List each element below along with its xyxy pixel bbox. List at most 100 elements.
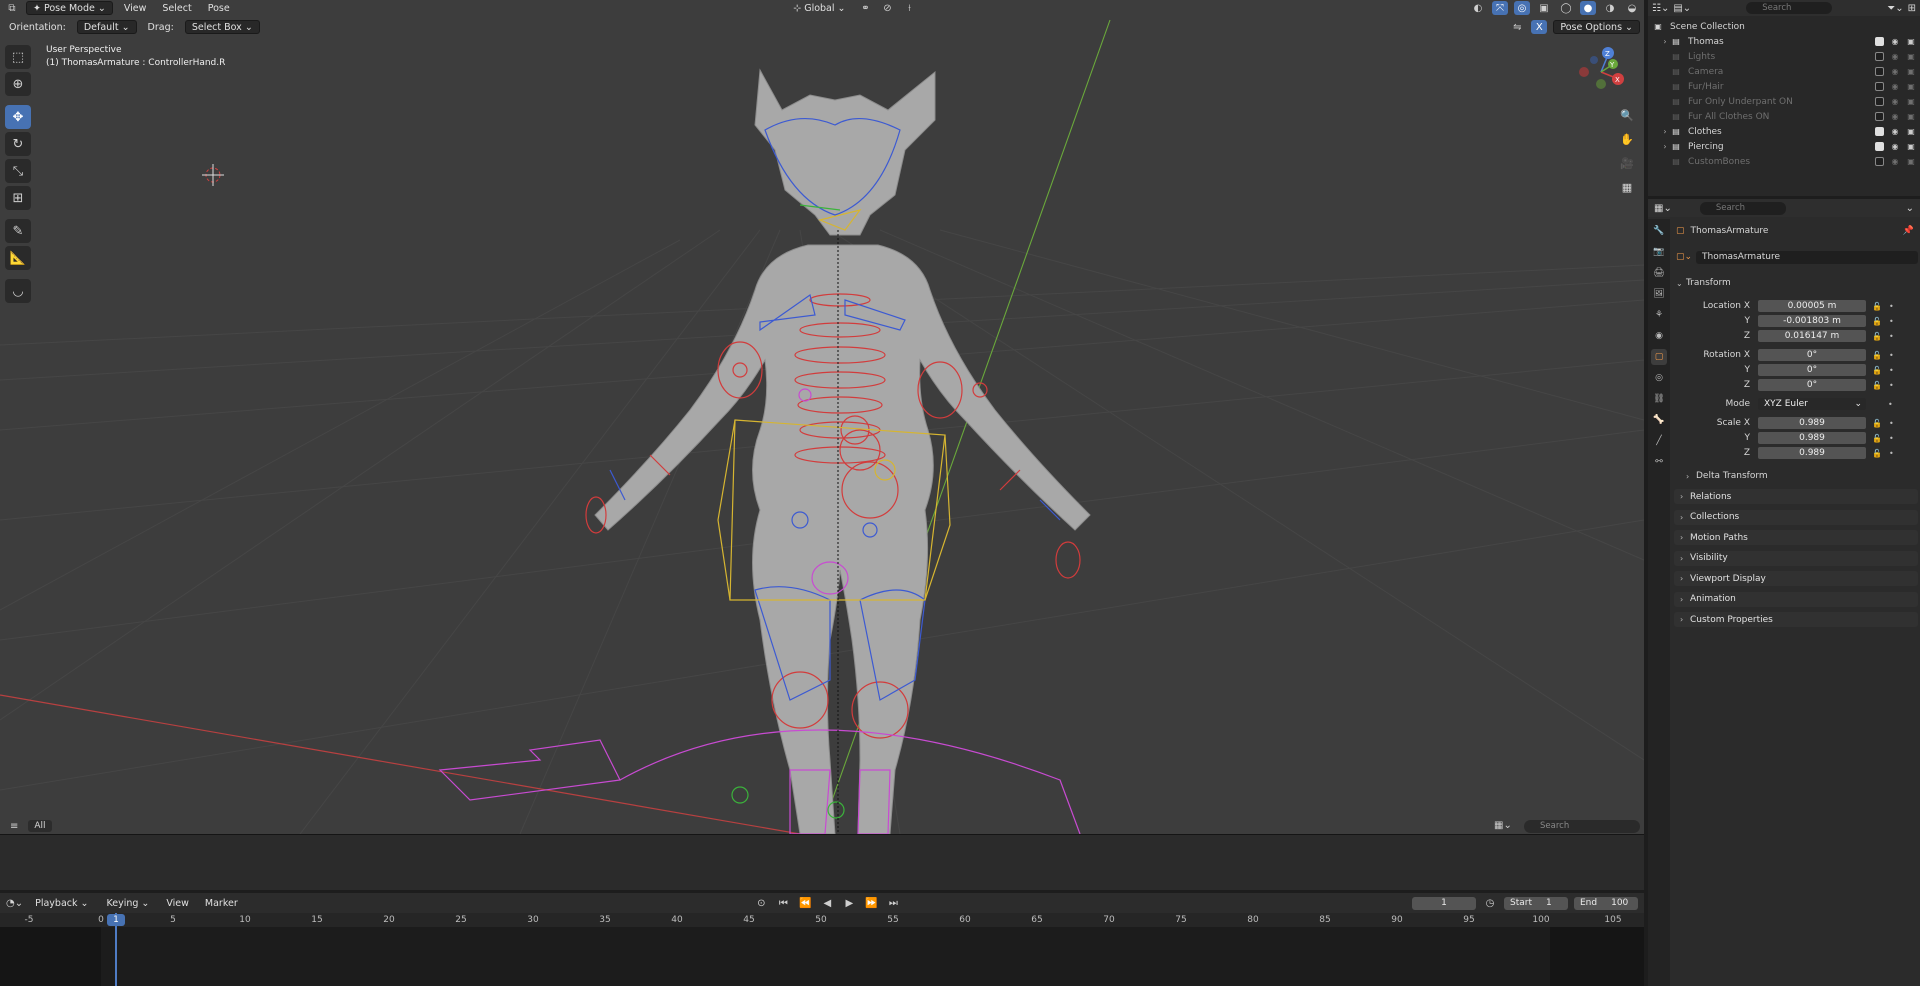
filter-icon[interactable]: ⏷⌄ [1887,3,1903,14]
rotation-x-field[interactable]: 0° [1758,349,1866,361]
eye-icon[interactable]: ◉ [1890,142,1900,151]
lock-icon[interactable]: 🔓 [1872,317,1882,326]
asset-search-input[interactable]: Search [1524,820,1640,833]
lock-icon[interactable]: 🔓 [1872,449,1882,458]
proportional-icon[interactable]: ⟊ [901,1,917,15]
rotation-z-field[interactable]: 0° [1758,379,1866,391]
lock-icon[interactable]: 🔓 [1872,351,1882,360]
transform-orientation-dropdown[interactable]: ⊹ Global ⌄ [787,1,851,15]
exclude-checkbox[interactable] [1875,82,1884,91]
lock-icon[interactable]: 🔓 [1872,381,1882,390]
tab-all[interactable]: All [28,820,52,832]
collection-row[interactable]: › ▤ Clothes ◉ ▣ [1648,124,1920,139]
eye-icon[interactable]: ◉ [1890,67,1900,76]
menu-view[interactable]: View [119,2,152,15]
keyframe-dot-icon[interactable]: • [1889,419,1894,428]
panel-visibility[interactable]: › Visibility [1674,550,1918,566]
move-tool-icon[interactable]: ✥ [5,105,31,129]
grid-view-icon[interactable]: ▦ [1618,179,1636,195]
menu-pose[interactable]: Pose [203,2,235,15]
timeline-editor-icon[interactable]: ◔⌄ [6,898,23,909]
exclude-checkbox[interactable] [1875,127,1884,136]
view-layer-tab-icon[interactable]: 🖼 [1651,286,1667,302]
render-camera-icon[interactable]: ▣ [1906,112,1916,121]
location-z-field[interactable]: 0.016147 m [1758,330,1866,342]
properties-editor-icon[interactable]: ▦⌄ [1654,203,1672,214]
visibility-icon[interactable]: ◐ [1470,1,1486,15]
pan-hand-icon[interactable]: ✋ [1618,131,1636,147]
outliner[interactable]: ☷⌄ ▤⌄ Search ⏷⌄ ⊞ ▣ Scene Collection › ▤ Tho… [1648,0,1920,196]
exclude-checkbox[interactable] [1875,67,1884,76]
lock-icon[interactable]: 🔓 [1872,366,1882,375]
object-tab-icon[interactable]: ▢ [1651,349,1667,365]
display-mode-icon[interactable]: ▤⌄ [1673,3,1691,14]
mode-dropdown[interactable]: ✦ Pose Mode ⌄ [26,1,113,15]
armature-data-tab-icon[interactable]: 🦴 [1651,412,1667,428]
jump-start-icon[interactable]: ⏮ [775,896,791,910]
eye-icon[interactable]: ◉ [1890,52,1900,61]
shading-wireframe-icon[interactable]: ◯ [1558,1,1574,15]
drag-dropdown[interactable]: Select Box ⌄ [184,20,260,34]
panel-custom-properties[interactable]: › Custom Properties [1674,612,1918,627]
jump-keyframe-forward-icon[interactable]: ⏩ [863,896,879,910]
constraints-tab-icon[interactable]: ⛓ [1651,391,1667,407]
exclude-checkbox[interactable] [1875,97,1884,106]
pivot-icon[interactable]: ⚭ [857,1,873,15]
rotation-mode-dropdown[interactable]: XYZ Euler ⌄ [1758,398,1866,410]
mirror-x-icon[interactable]: X [1531,20,1548,34]
exclude-checkbox[interactable] [1875,37,1884,46]
bone-constraints-tab-icon[interactable]: ⚯ [1651,454,1667,470]
collection-row[interactable]: › ▤ Piercing ◉ ▣ [1648,139,1920,154]
outliner-search-input[interactable]: Search [1746,2,1833,14]
overlay-toggle-icon[interactable]: ◎ [1514,1,1531,15]
scene-collection-row[interactable]: ▣ Scene Collection [1648,19,1920,34]
end-frame-field[interactable]: End 100 [1574,896,1638,910]
datablock-name-field[interactable]: ThomasArmature [1696,250,1918,264]
play-reverse-icon[interactable]: ◀ [819,896,835,910]
pose-options-dropdown[interactable]: Pose Options ⌄ [1553,20,1640,34]
render-camera-icon[interactable]: ▣ [1906,157,1916,166]
panel-viewport-display[interactable]: › Viewport Display [1674,571,1918,586]
shading-rendered-icon[interactable]: ◒ [1624,1,1640,15]
collection-row[interactable]: ▤ Fur/Hair ◉ ▣ [1648,79,1920,94]
viewport-scene[interactable]: Z X Y [0,0,1644,834]
annotate-tool-icon[interactable]: ✎ [5,219,31,243]
keyframe-dot-icon[interactable]: • [1889,302,1894,311]
exclude-checkbox[interactable] [1875,142,1884,151]
render-camera-icon[interactable]: ▣ [1906,52,1916,61]
scale-z-field[interactable]: 0.989 [1758,447,1866,459]
collection-row[interactable]: ▤ Fur Only Underpant ON ◉ ▣ [1648,94,1920,109]
eye-icon[interactable]: ◉ [1890,82,1900,91]
zoom-icon[interactable]: 🔍 [1618,107,1636,123]
panel-collections[interactable]: › Collections [1674,509,1918,525]
panel-motion-paths[interactable]: › Motion Paths [1674,530,1918,545]
expand-arrow-icon[interactable]: › [1660,127,1670,136]
frame-ruler[interactable]: -5 0 5 10 15 20 25 30 35 40 45 50 55 60 65 70 75 80 85 90 95… [0,913,1644,927]
keyframe-dot-icon[interactable]: • [1889,366,1894,375]
jump-end-icon[interactable]: ⏭ [885,896,901,910]
exclude-checkbox[interactable] [1875,52,1884,61]
eye-icon[interactable]: ◉ [1890,37,1900,46]
timeline-editor[interactable]: ◔⌄ Playback ⌄ Keying ⌄ View Marker ⊙ ⏮ ⏪ ◀… [0,893,1644,986]
collection-row[interactable]: ▤ Camera ◉ ▣ [1648,64,1920,79]
physics-tab-icon[interactable]: ◎ [1651,370,1667,386]
keyframe-dot-icon[interactable]: • [1888,400,1893,409]
properties-search-input[interactable]: Search [1699,201,1786,215]
collection-row[interactable]: ▤ Fur All Clothes ON ◉ ▣ [1648,109,1920,124]
hamburger-icon[interactable]: ≡ [10,821,18,832]
panel-animation[interactable]: › Animation [1674,591,1918,607]
eye-icon[interactable]: ◉ [1890,112,1900,121]
render-camera-icon[interactable]: ▣ [1906,97,1916,106]
rotate-tool-icon[interactable]: ↻ [5,132,31,156]
lock-icon[interactable]: 🔓 [1872,302,1882,311]
output-tab-icon[interactable]: 🖨 [1651,265,1667,281]
new-collection-icon[interactable]: ⊞ [1908,3,1916,14]
cursor-tool-icon[interactable]: ⊕ [5,72,31,96]
keyframe-dot-icon[interactable]: • [1889,449,1894,458]
expand-arrow-icon[interactable]: › [1660,142,1670,151]
lock-icon[interactable]: 🔓 [1872,434,1882,443]
snap-icon[interactable]: ⊘ [879,1,895,15]
play-icon[interactable]: ▶ [841,896,857,910]
keyframe-dot-icon[interactable]: • [1889,381,1894,390]
keyframe-dot-icon[interactable]: • [1889,332,1894,341]
